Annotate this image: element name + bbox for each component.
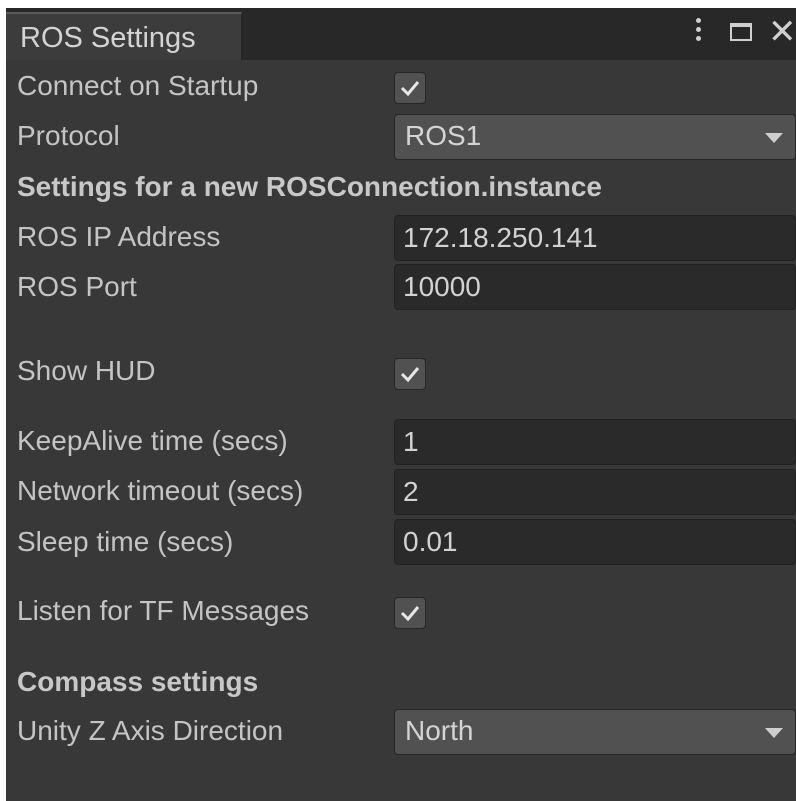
- listen-tf-checkbox[interactable]: [394, 597, 426, 629]
- chevron-down-icon: [765, 728, 783, 738]
- unity-z-axis-dropdown[interactable]: North: [394, 709, 796, 755]
- connect-on-startup-checkbox[interactable]: [394, 72, 426, 104]
- keepalive-label: KeepAlive time (secs): [17, 425, 288, 456]
- checkmark-icon: [400, 367, 420, 383]
- tab-label: ROS Settings: [20, 22, 196, 54]
- checkmark-icon: [400, 606, 420, 622]
- unity-z-axis-value: North: [405, 715, 474, 746]
- ros-ip-value: 172.18.250.141: [403, 222, 598, 253]
- checkmark-icon: [400, 81, 420, 97]
- ros-ip-label: ROS IP Address: [17, 221, 221, 252]
- sleep-time-field[interactable]: 0.01: [394, 519, 796, 565]
- ros-port-label: ROS Port: [17, 271, 137, 302]
- listen-tf-label: Listen for TF Messages: [17, 595, 310, 626]
- sleep-time-label: Sleep time (secs): [17, 526, 234, 557]
- protocol-label: Protocol: [17, 120, 120, 151]
- sleep-time-value: 0.01: [403, 526, 458, 557]
- title-bar: ROS Settings ✕: [6, 8, 796, 60]
- protocol-value: ROS1: [405, 120, 482, 151]
- unity-z-axis-label: Unity Z Axis Direction: [17, 715, 284, 746]
- close-icon[interactable]: ✕: [768, 12, 796, 52]
- show-hud-checkbox[interactable]: [394, 358, 426, 390]
- maximize-icon[interactable]: [730, 23, 752, 41]
- network-timeout-value: 2: [403, 476, 419, 507]
- ros-ip-field[interactable]: 172.18.250.141: [394, 215, 796, 261]
- connect-on-startup-label: Connect on Startup: [17, 70, 259, 101]
- tab-ros-settings[interactable]: ROS Settings: [6, 12, 242, 60]
- keepalive-value: 1: [403, 426, 419, 457]
- protocol-dropdown[interactable]: ROS1: [394, 114, 796, 160]
- keepalive-field[interactable]: 1: [394, 419, 796, 465]
- chevron-down-icon: [765, 133, 783, 143]
- network-timeout-field[interactable]: 2: [394, 469, 796, 515]
- section-header-new-connection: Settings for a new ROSConnection.instanc…: [17, 171, 602, 202]
- ros-port-value: 10000: [403, 271, 481, 302]
- network-timeout-label: Network timeout (secs): [17, 475, 304, 506]
- show-hud-label: Show HUD: [17, 355, 156, 386]
- section-header-compass: Compass settings: [17, 666, 259, 697]
- kebab-menu-icon[interactable]: [686, 14, 710, 45]
- ros-settings-window: ROS Settings ✕ Connect on Startup Protoc…: [6, 8, 796, 801]
- ros-port-field[interactable]: 10000: [394, 264, 796, 310]
